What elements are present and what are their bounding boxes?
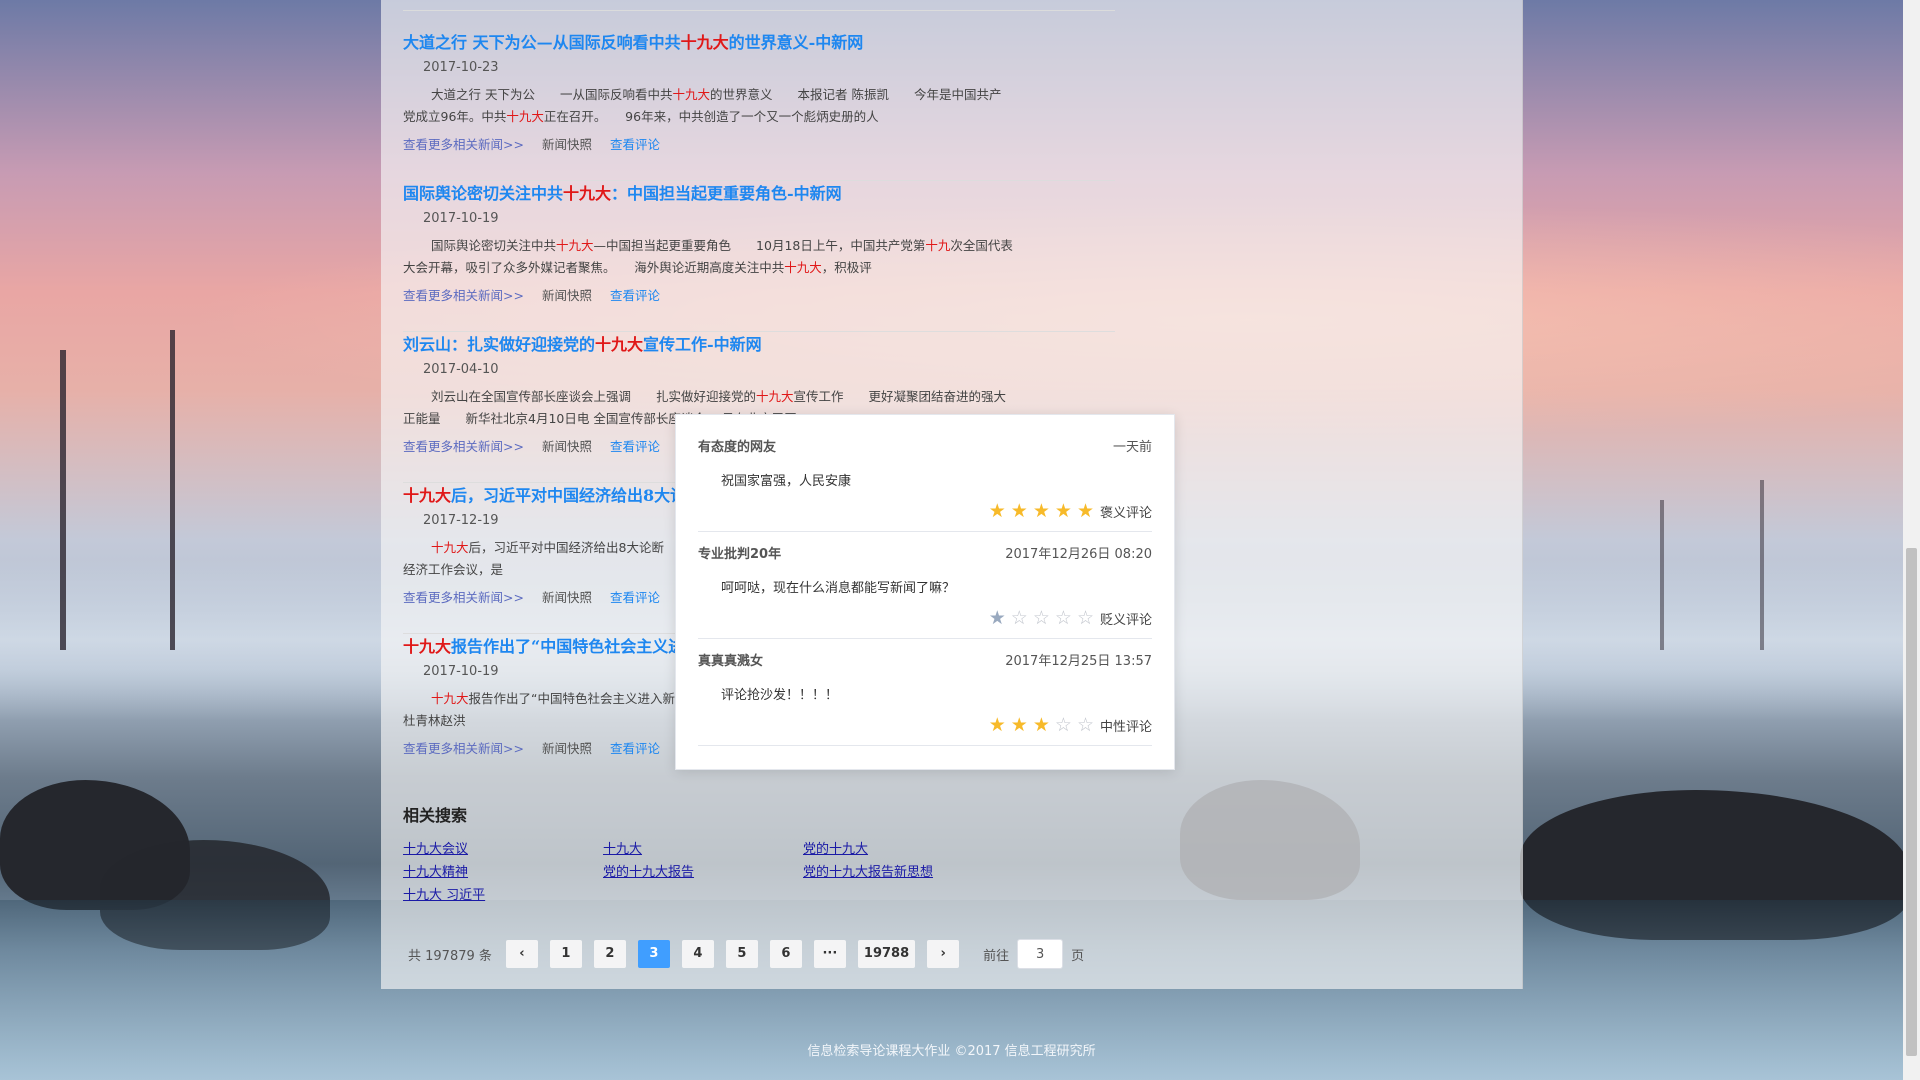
related-search-link[interactable]: 十九大精神 — [403, 861, 603, 880]
scrollbar-thumb[interactable] — [1906, 548, 1917, 1056]
star-filled-icon[interactable]: ★ — [1033, 500, 1050, 522]
comment-user: 专业批判20年 — [698, 547, 782, 562]
prev-page-button[interactable]: ‹ — [505, 940, 538, 968]
result-item: 大道之行 天下为公—从国际反响看中共十九大的世界意义-中新网 2017-10-2… — [403, 30, 1115, 181]
view-comments-link[interactable]: 查看评论 — [610, 590, 660, 605]
total-count: 共 197879 条 — [408, 948, 492, 964]
tree-silhouette — [1760, 480, 1764, 650]
page-button[interactable]: 4 — [681, 940, 714, 968]
sentiment-label: 贬义评论 — [1099, 613, 1152, 628]
sentiment-label: 中性评论 — [1099, 720, 1152, 735]
snapshot-link[interactable]: 新闻快照 — [542, 137, 592, 152]
tree-silhouette — [60, 350, 66, 650]
comment-rating: ★ ☆ ☆ ☆ ☆ 贬义评论 — [989, 609, 1152, 629]
star-filled-icon[interactable]: ★ — [989, 714, 1006, 736]
page-footer: 信息检索导论课程大作业 ©2017 信息工程研究所 — [807, 1044, 1096, 1059]
comment-item: 专业批判20年 2017年12月26日 08:20 呵呵哒，现在什么消息都能写新… — [698, 531, 1152, 639]
comment-time: 2017年12月26日 08:20 — [1005, 547, 1152, 562]
goto-page-input[interactable] — [1017, 939, 1064, 969]
star-filled-icon[interactable]: ★ — [1011, 714, 1028, 736]
star-empty-icon[interactable]: ☆ — [1055, 714, 1072, 736]
page-button[interactable]: 1 — [549, 940, 582, 968]
goto-label: 前往 — [983, 948, 1010, 964]
star-empty-icon[interactable]: ☆ — [1055, 607, 1072, 629]
star-filled-icon[interactable]: ★ — [1077, 500, 1094, 522]
comment-item: 有态度的网友 一天前 祝国家富强，人民安康 ★ ★ ★ ★ ★ 褒义评论 — [698, 424, 1152, 532]
page-button[interactable]: 5 — [725, 940, 758, 968]
comment-rating: ★ ★ ★ ☆ ☆ 中性评论 — [989, 716, 1152, 736]
result-date: 2017-10-19 — [423, 211, 499, 226]
star-filled-icon[interactable]: ★ — [1033, 714, 1050, 736]
related-searches: 相关搜索 十九大会议 十九大 党的十九大 十九大精神 党的十九大报告 党的十九大… — [403, 802, 1115, 903]
related-search-link[interactable]: 党的十九大 — [803, 838, 1003, 857]
result-links: 查看更多相关新闻>> 新闻快照 查看评论 — [403, 134, 1115, 153]
star-empty-icon[interactable]: ☆ — [1077, 714, 1094, 736]
star-filled-icon[interactable]: ★ — [1011, 500, 1028, 522]
column-divider — [1522, 0, 1523, 989]
snapshot-link[interactable]: 新闻快照 — [542, 590, 592, 605]
result-date: 2017-04-10 — [423, 362, 499, 377]
view-comments-link[interactable]: 查看评论 — [610, 288, 660, 303]
related-search-link[interactable]: 十九大会议 — [403, 838, 603, 857]
result-title[interactable]: 大道之行 天下为公—从国际反响看中共十九大的世界意义-中新网 — [403, 30, 1115, 56]
star-empty-icon[interactable]: ☆ — [1033, 607, 1050, 629]
result-snippet: 大道之行 天下为公 一从国际反响看中共十九大的世界意义 本报记者 陈振凯 今年是… — [403, 87, 1002, 124]
related-search-link[interactable]: 十九大 — [603, 838, 803, 857]
related-search-link[interactable]: 党的十九大报告 — [603, 861, 803, 880]
result-item: 国际舆论密切关注中共十九大：中国担当起更重要角色-中新网 2017-10-19 … — [403, 181, 1115, 332]
result-snippet: 国际舆论密切关注中共十九大—中国担当起更重要角色 10月18日上午，中国共产党第… — [403, 238, 1013, 275]
snapshot-link[interactable]: 新闻快照 — [542, 741, 592, 756]
more-news-link[interactable]: 查看更多相关新闻>> — [403, 590, 524, 605]
page-button[interactable]: 6 — [769, 940, 802, 968]
result-title[interactable]: 刘云山：扎实做好迎接党的十九大宣传工作-中新网 — [403, 332, 1115, 358]
comment-time: 一天前 — [1112, 440, 1152, 455]
result-date: 2017-10-23 — [423, 60, 499, 75]
page-button-active[interactable]: 3 — [637, 940, 670, 968]
page-button[interactable]: 2 — [593, 940, 626, 968]
star-rating: ★ ☆ ☆ ☆ ☆ — [989, 609, 1099, 628]
snapshot-link[interactable]: 新闻快照 — [542, 288, 592, 303]
result-links: 查看更多相关新闻>> 新闻快照 查看评论 — [403, 285, 1115, 304]
comment-text: 祝国家富强，人民安康 — [721, 474, 852, 489]
next-page-button[interactable]: › — [927, 940, 960, 968]
sentiment-label: 褒义评论 — [1099, 506, 1152, 521]
pagination: 共 197879 条 ‹ 1 2 3 4 5 6 ··· 19788 › 前往 … — [408, 939, 1085, 969]
related-searches-grid: 十九大会议 十九大 党的十九大 十九大精神 党的十九大报告 党的十九大报告新思想… — [403, 838, 1115, 903]
view-comments-link[interactable]: 查看评论 — [610, 137, 660, 152]
star-rating: ★ ★ ★ ☆ ☆ — [989, 716, 1099, 735]
star-filled-icon[interactable]: ★ — [989, 500, 1006, 522]
related-search-link[interactable]: 党的十九大报告新思想 — [803, 861, 1003, 880]
star-empty-icon[interactable]: ☆ — [1011, 607, 1028, 629]
star-empty-icon[interactable]: ☆ — [1077, 607, 1094, 629]
comment-user: 有态度的网友 — [698, 440, 777, 455]
more-news-link[interactable]: 查看更多相关新闻>> — [403, 439, 524, 454]
last-page-button[interactable]: 19788 — [857, 940, 916, 968]
related-searches-title: 相关搜索 — [403, 806, 468, 825]
result-title[interactable]: 国际舆论密切关注中共十九大：中国担当起更重要角色-中新网 — [403, 181, 1115, 207]
star-filled-icon[interactable]: ★ — [989, 607, 1006, 629]
more-pages-button[interactable]: ··· — [813, 940, 846, 968]
star-filled-icon[interactable]: ★ — [1055, 500, 1072, 522]
divider — [403, 10, 1115, 11]
goto-suffix: 页 — [1071, 948, 1085, 964]
tree-silhouette — [1660, 500, 1664, 650]
comments-popup: 有态度的网友 一天前 祝国家富强，人民安康 ★ ★ ★ ★ ★ 褒义评论 专业批判20年… — [675, 414, 1175, 770]
view-comments-link[interactable]: 查看评论 — [610, 741, 660, 756]
comment-time: 2017年12月25日 13:57 — [1005, 654, 1152, 669]
view-comments-link[interactable]: 查看评论 — [610, 439, 660, 454]
more-news-link[interactable]: 查看更多相关新闻>> — [403, 741, 524, 756]
comment-text: 呵呵哒，现在什么消息都能写新闻了嘛？ — [721, 581, 956, 596]
snapshot-link[interactable]: 新闻快照 — [542, 439, 592, 454]
related-search-link[interactable]: 十九大 习近平 — [403, 884, 603, 903]
comment-user: 真真真溅女 — [698, 654, 764, 669]
star-rating: ★ ★ ★ ★ ★ — [989, 502, 1099, 521]
tree-silhouette — [170, 330, 175, 650]
more-news-link[interactable]: 查看更多相关新闻>> — [403, 288, 524, 303]
comment-text: 评论抢沙发！！！！ — [721, 688, 839, 703]
comment-item: 真真真溅女 2017年12月25日 13:57 评论抢沙发！！！！ ★ ★ ★ ☆ ☆ … — [698, 638, 1152, 746]
more-news-link[interactable]: 查看更多相关新闻>> — [403, 137, 524, 152]
comment-rating: ★ ★ ★ ★ ★ 褒义评论 — [989, 502, 1152, 522]
